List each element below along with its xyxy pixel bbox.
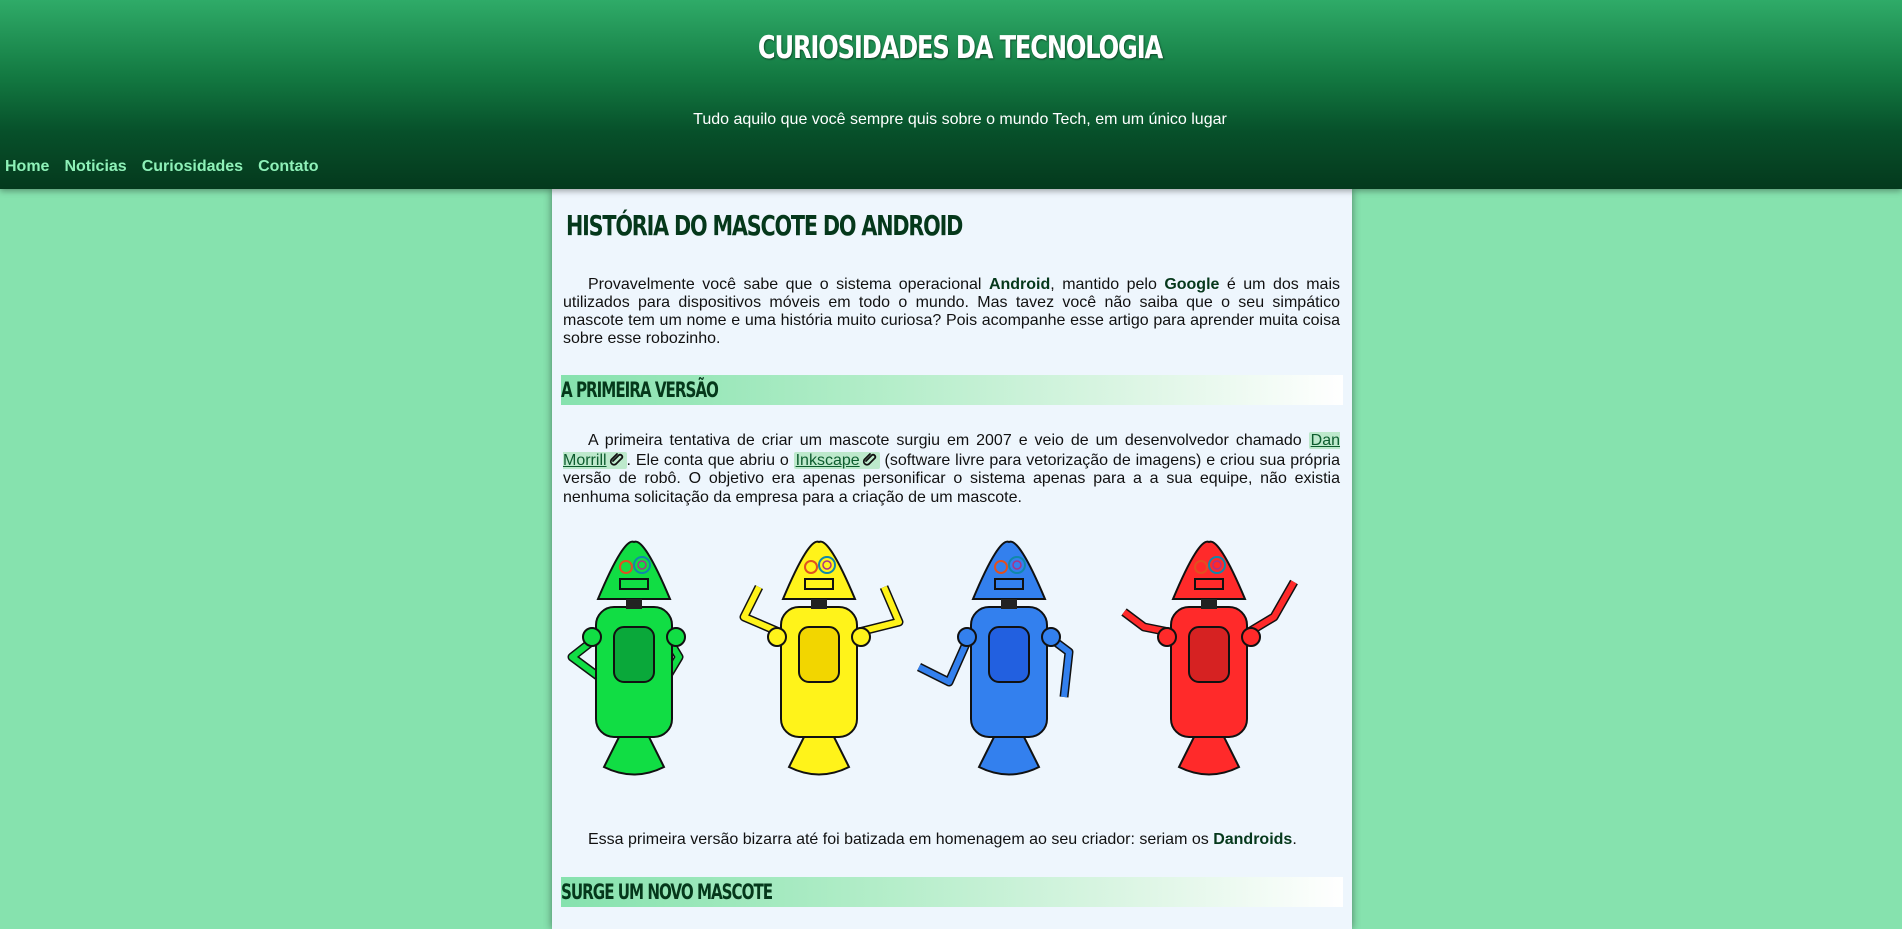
nav-noticias[interactable]: Noticias bbox=[64, 158, 126, 176]
site-title: CURIOSIDADES DA TECNOLOGIA bbox=[757, 30, 1163, 66]
nav-curiosidades[interactable]: Curiosidades bbox=[142, 158, 243, 176]
nav-contato[interactable]: Contato bbox=[258, 158, 318, 176]
robot-4 bbox=[1121, 540, 1298, 776]
android-bold: Android bbox=[988, 276, 1051, 293]
robot-3 bbox=[916, 540, 1074, 776]
section-title: A PRIMEIRA VERSÃO bbox=[561, 378, 719, 402]
page-title: HISTÓRIA DO MASCOTE DO ANDROID bbox=[566, 209, 963, 242]
robot-1 bbox=[567, 540, 686, 776]
section-heading-novo-mascote: SURGE UM NOVO MASCOTE bbox=[561, 877, 1343, 907]
inkscape-link[interactable]: Inkscape bbox=[793, 451, 880, 469]
main-nav: Home Noticias Curiosidades Contato bbox=[5, 158, 334, 176]
paperclip-icon bbox=[862, 452, 876, 466]
paperclip-icon bbox=[609, 452, 623, 466]
dandroids-illustration bbox=[567, 540, 1298, 776]
site-header: CURIOSIDADES DA TECNOLOGIA Tudo aquilo q… bbox=[0, 0, 1902, 189]
robot-2 bbox=[739, 540, 904, 776]
site-subtitle: Tudo aquilo que você sempre quis sobre o… bbox=[693, 111, 1227, 128]
dandroids-bold: Dandroids bbox=[1213, 831, 1293, 848]
section-title: SURGE UM NOVO MASCOTE bbox=[561, 880, 773, 904]
intro-paragraph: Provavelmente você sabe que o sistema op… bbox=[563, 276, 1341, 347]
primeira-versao-paragraph: A primeira tentativa de criar um mascote… bbox=[563, 432, 1340, 506]
dandroids-paragraph: Essa primeira versão bizarra até foi bat… bbox=[588, 831, 1297, 848]
section-heading-primeira-versao: A PRIMEIRA VERSÃO bbox=[561, 375, 1343, 405]
article-content: HISTÓRIA DO MASCOTE DO ANDROID Provavelm… bbox=[552, 189, 1352, 929]
nav-home[interactable]: Home bbox=[5, 158, 49, 176]
google-bold: Google bbox=[1164, 276, 1220, 293]
